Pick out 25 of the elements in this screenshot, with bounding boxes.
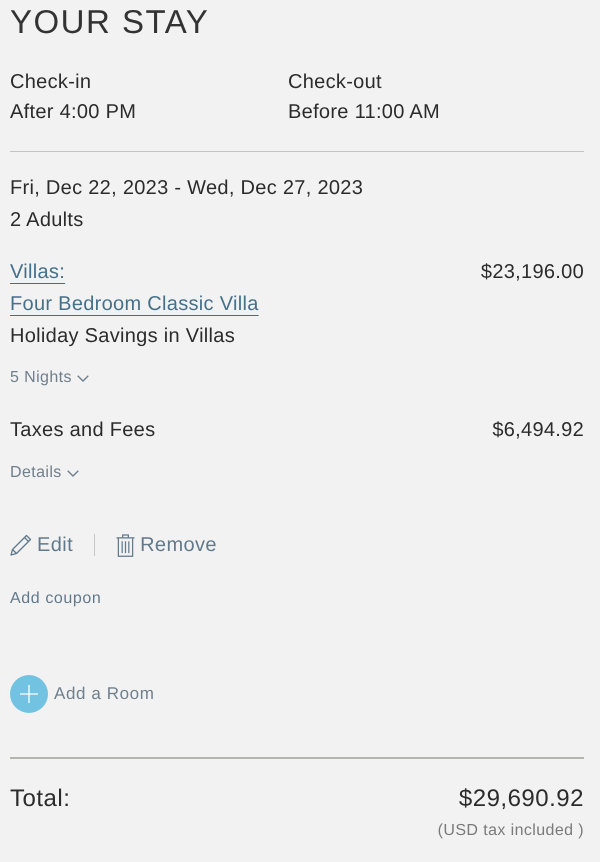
time-label: Check-in <box>10 70 92 95</box>
plus-circle-icon <box>10 675 48 713</box>
room-category-link[interactable]: Villas: <box>10 256 66 288</box>
section-title: YOUR STAY <box>10 2 210 42</box>
taxes-amount: $6,494.92 <box>492 418 584 443</box>
details-toggle[interactable]: Details <box>10 461 79 485</box>
total-amount: $29,690.92 <box>458 784 584 814</box>
add-coupon-link[interactable]: Add coupon <box>10 587 102 611</box>
pencil-icon <box>10 534 32 556</box>
add-room-button[interactable]: Add a Room <box>10 675 154 713</box>
time-value: Before 11:00 AM <box>288 100 440 125</box>
currency-note: (USD tax included ) <box>438 821 584 841</box>
taxes-label: Taxes and Fees <box>10 418 156 443</box>
nights-toggle[interactable]: 5 Nights <box>10 366 89 390</box>
stay-dates: Fri, Dec 22, 2023 - Wed, Dec 27, 2023 <box>10 176 364 201</box>
time-label: Check-out <box>288 70 382 95</box>
trash-icon <box>116 534 136 556</box>
room-name-link[interactable]: Four Bedroom Classic Villa <box>10 288 259 320</box>
total-label: Total: <box>10 784 70 814</box>
edit-button[interactable]: Edit <box>10 529 74 561</box>
room-price: $23,196.00 <box>480 260 584 285</box>
guest-count: 2 Adults <box>10 208 84 233</box>
remove-button[interactable]: Remove <box>116 529 217 561</box>
rate-name: Holiday Savings in Villas <box>10 324 236 349</box>
time-value: After 4:00 PM <box>10 100 136 125</box>
